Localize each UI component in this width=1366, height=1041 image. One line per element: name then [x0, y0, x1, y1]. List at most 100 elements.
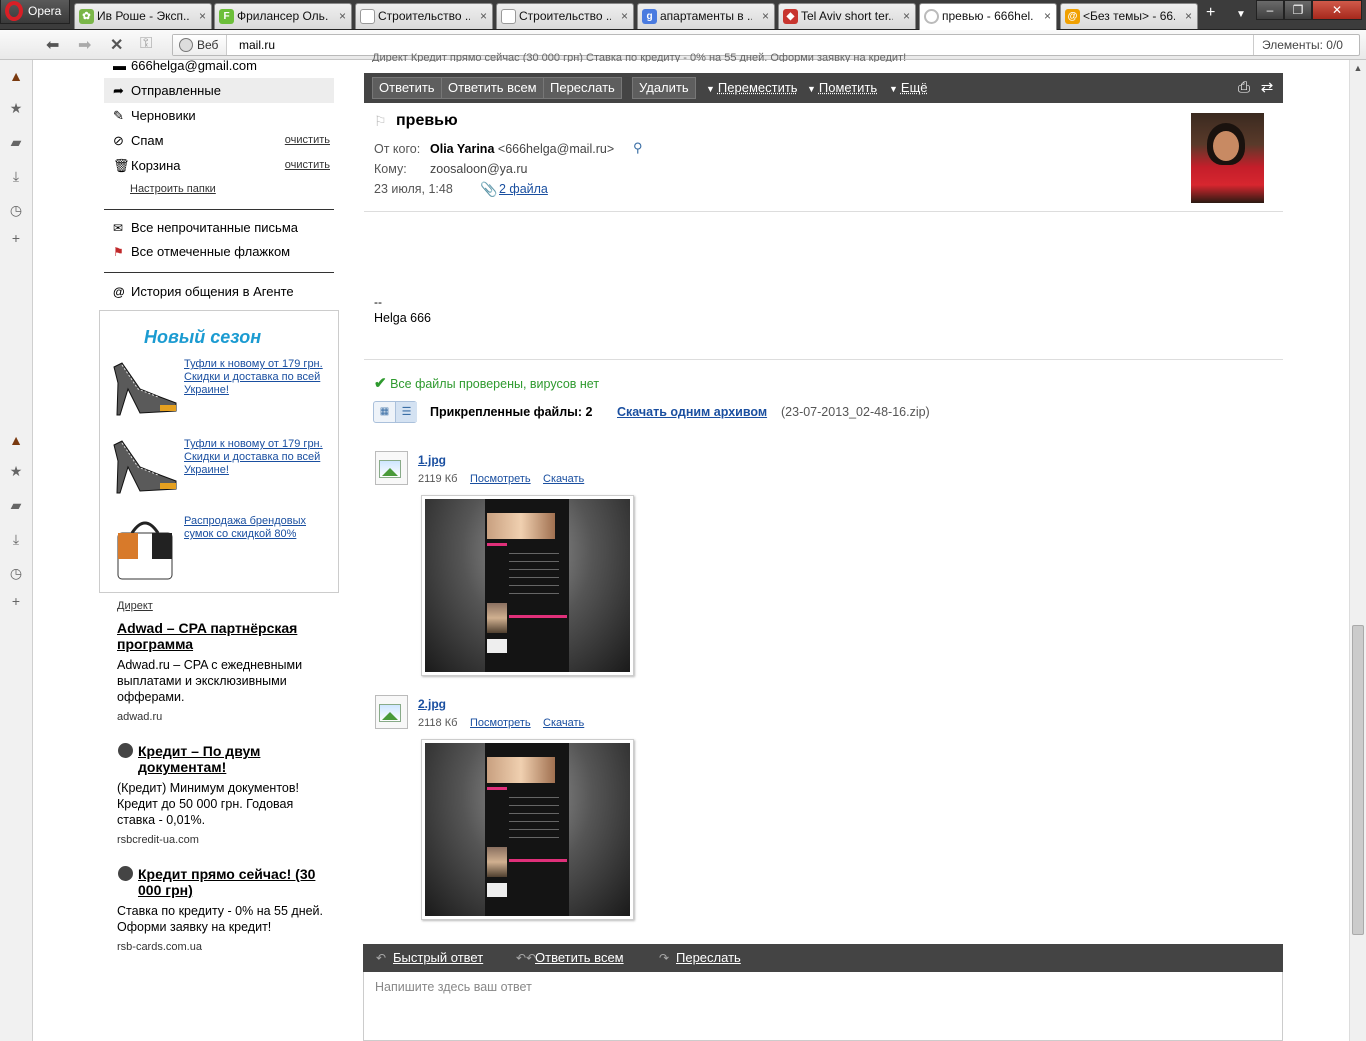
history-clock-icon[interactable]: ◷	[8, 565, 24, 581]
setup-folders-link[interactable]: Настроить папки	[130, 183, 216, 195]
close-icon[interactable]: ×	[621, 4, 628, 28]
opera-unite-icon[interactable]: ▲	[8, 432, 24, 448]
mark-dropdown[interactable]: ▼ Пометить	[807, 78, 877, 99]
opera-menu-button[interactable]: Opera	[0, 0, 70, 24]
delete-button[interactable]: Удалить	[632, 77, 696, 99]
quick-reply-input[interactable]: Напишите здесь ваш ответ	[363, 972, 1283, 1041]
direct-label[interactable]: Директ	[117, 600, 153, 612]
sender-avatar[interactable]	[1191, 113, 1264, 203]
tab-google-apartments[interactable]: g апартаменты в ... ×	[637, 3, 775, 29]
direct-ad-title[interactable]: Кредит прямо сейчас! (30 000 грн)	[138, 866, 328, 898]
grid-view-icon[interactable]: ▦	[374, 402, 396, 422]
unread-mail-link[interactable]: ✉ Все непрочитанные письма	[104, 217, 334, 239]
bookmarks-star-icon[interactable]: ★	[8, 100, 24, 116]
downloads-icon[interactable]: ⤓	[8, 168, 24, 184]
quick-reply-link[interactable]: Быстрый ответ	[393, 950, 483, 965]
forward-link[interactable]: Переслать	[676, 950, 741, 965]
promo-link-shoes-2[interactable]: Туфли к новому от 179 грн. Скидки и дост…	[184, 438, 330, 477]
promo-link-shoes-1[interactable]: Туфли к новому от 179 грн. Скидки и дост…	[184, 358, 330, 397]
close-window-icon[interactable]: ✕	[1312, 0, 1362, 20]
close-icon[interactable]: ×	[339, 4, 346, 28]
tab-yves-rocher[interactable]: ✿ Ив Роше - Эксп... ×	[74, 3, 212, 29]
close-icon[interactable]: ×	[199, 4, 206, 28]
bookmarks-star-icon[interactable]: ★	[8, 463, 24, 479]
shoe-image	[113, 440, 177, 494]
scroll-up-icon[interactable]: ▲	[1350, 60, 1366, 76]
key-icon[interactable]: ⚿	[140, 35, 152, 53]
close-icon[interactable]: ×	[1044, 4, 1051, 28]
download-all-link[interactable]: Скачать одним архивом	[617, 405, 767, 419]
reply-button[interactable]: Ответить	[372, 77, 442, 99]
search-icon[interactable]: ⚲	[633, 140, 643, 156]
notes-icon[interactable]: ▰	[8, 497, 24, 513]
promo-ad-box[interactable]: Новый сезон Туфли к новому от 179 грн. С…	[99, 310, 339, 593]
scrollbar-thumb[interactable]	[1352, 625, 1364, 935]
attachment-name[interactable]: 2.jpg	[418, 697, 446, 711]
recipient[interactable]: zoosaloon@ya.ru	[430, 162, 527, 176]
view-attachment-link[interactable]: Посмотреть	[470, 473, 531, 485]
tab-menu-chevron-icon[interactable]: ▼	[1236, 9, 1246, 20]
close-icon[interactable]: ×	[903, 4, 910, 28]
clear-trash-link[interactable]: очистить	[285, 153, 330, 178]
attachment-thumbnail[interactable]	[421, 495, 634, 676]
restore-icon[interactable]: ❐	[1284, 0, 1312, 20]
new-tab-icon[interactable]: +	[1206, 4, 1215, 22]
move-dropdown[interactable]: ▼ Переместить	[706, 78, 798, 99]
sender[interactable]: Olia Yarina <666helga@mail.ru>	[430, 142, 614, 156]
cut-off-ad-strip[interactable]: Директ Кредит прямо сейчас (30 000 грн) …	[372, 52, 906, 62]
close-icon[interactable]: ×	[762, 4, 769, 28]
forward-icon[interactable]: ➡	[78, 35, 91, 55]
folder-account[interactable]: ▬ 666helga@gmail.com	[104, 58, 334, 78]
download-attachment-link[interactable]: Скачать	[543, 717, 584, 729]
tab-freelancer[interactable]: F Фрилансер Оль... ×	[214, 3, 352, 29]
draft-icon: ✎	[113, 108, 124, 123]
tab-mailru-no-subject[interactable]: @ <Без темы> - 66... ×	[1060, 3, 1198, 29]
list-view-icon[interactable]: ☰	[396, 402, 417, 422]
translate-icon[interactable]: ⇄	[1258, 79, 1276, 97]
close-icon[interactable]: ×	[1185, 4, 1192, 28]
folder-spam[interactable]: ⊘ Спам очистить	[104, 128, 334, 153]
direct-ad-url[interactable]: adwad.ru	[117, 711, 162, 723]
url-text[interactable]: mail.ru	[239, 35, 275, 55]
tab-construction-1[interactable]: Строительство ... ×	[355, 3, 493, 29]
chevron-down-icon: ▼	[807, 84, 816, 94]
web-badge[interactable]: Веб	[173, 35, 228, 55]
notes-icon[interactable]: ▰	[8, 134, 24, 150]
reply-all-link[interactable]: Ответить всем	[535, 950, 624, 965]
opera-unite-icon[interactable]: ▲	[8, 68, 24, 84]
tab-construction-2[interactable]: Строительство ... ×	[496, 3, 634, 29]
more-dropdown[interactable]: ▼ Ещё	[889, 78, 928, 99]
add-panel-icon[interactable]: +	[8, 593, 24, 609]
attachment-name[interactable]: 1.jpg	[418, 453, 446, 467]
folder-drafts[interactable]: ✎ Черновики	[104, 103, 334, 128]
direct-ad-url[interactable]: rsbcredit-ua.com	[117, 834, 199, 846]
minimize-icon[interactable]: –	[1256, 0, 1284, 20]
view-attachment-link[interactable]: Посмотреть	[470, 717, 531, 729]
tab-tel-aviv[interactable]: ◆ Tel Aviv short ter... ×	[778, 3, 916, 29]
direct-ad-url[interactable]: rsb-cards.com.ua	[117, 941, 202, 953]
direct-ad-title[interactable]: Кредит – По двум документам!	[138, 743, 328, 775]
add-panel-icon[interactable]: +	[8, 230, 24, 246]
vertical-scrollbar[interactable]: ▲	[1349, 60, 1366, 1041]
close-icon[interactable]: ×	[480, 4, 487, 28]
folder-trash[interactable]: 🗑 Корзина очистить	[104, 153, 334, 178]
back-icon[interactable]: ⬅	[46, 35, 59, 55]
flagged-mail-link[interactable]: ⚑ Все отмеченные флажком	[104, 241, 334, 263]
history-clock-icon[interactable]: ◷	[8, 202, 24, 218]
folder-sent[interactable]: ➦ Отправленные	[104, 78, 334, 103]
elements-counter[interactable]: Элементы: 0/0	[1253, 35, 1359, 55]
reply-all-button[interactable]: Ответить всем	[441, 77, 544, 99]
downloads-icon[interactable]: ⤓	[8, 531, 24, 547]
flag-icon[interactable]: ⚐	[374, 113, 387, 130]
agent-history-link[interactable]: @ История общения в Агенте	[104, 281, 334, 303]
promo-link-bags[interactable]: Распродажа брендовых сумок со скидкой 80…	[184, 515, 330, 541]
attachments-link[interactable]: 2 файла	[499, 182, 548, 196]
stop-icon[interactable]: ✕	[110, 35, 123, 55]
print-icon[interactable]: ⎙	[1235, 79, 1253, 97]
clear-spam-link[interactable]: очистить	[285, 128, 330, 153]
download-attachment-link[interactable]: Скачать	[543, 473, 584, 485]
tab-preview-active[interactable]: превью - 666hel... ×	[919, 3, 1057, 30]
forward-button[interactable]: Переслать	[543, 77, 622, 99]
attachment-thumbnail[interactable]	[421, 739, 634, 920]
direct-ad-title[interactable]: Adwad – CPA партнёрская программа	[117, 620, 327, 652]
